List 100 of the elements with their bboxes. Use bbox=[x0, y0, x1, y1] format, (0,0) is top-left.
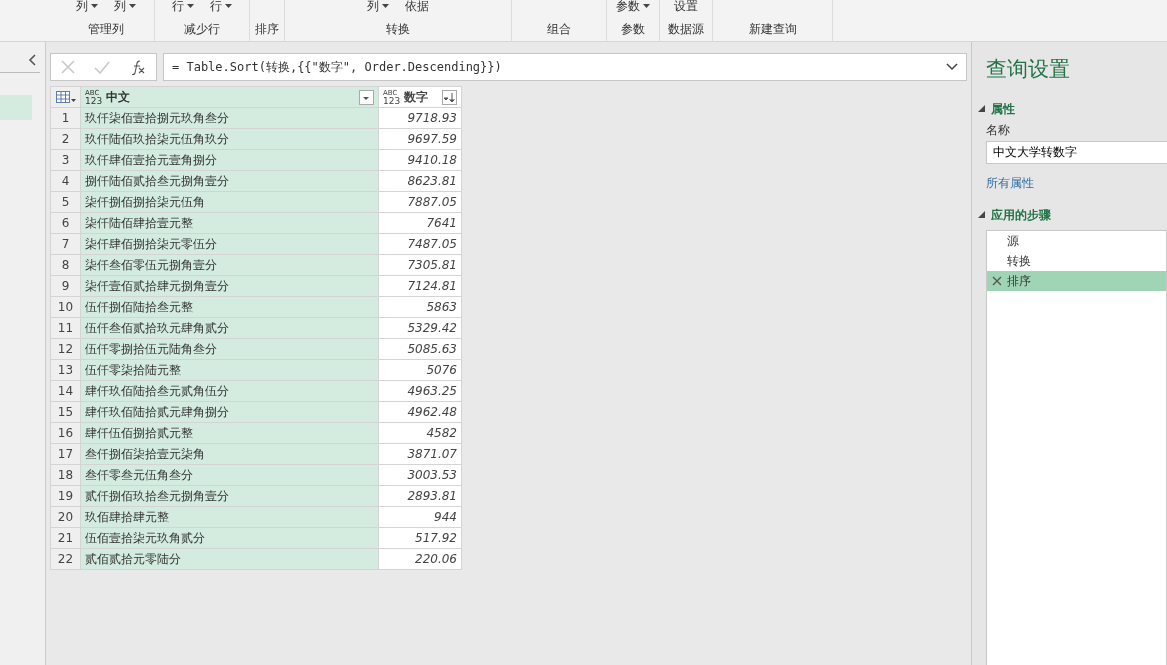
table-cell: 7641 bbox=[378, 212, 462, 234]
row-number: 16 bbox=[50, 422, 81, 444]
table-cell: 贰佰贰拾元零陆分 bbox=[80, 548, 379, 570]
ribbon-button[interactable]: 行 bbox=[172, 0, 194, 12]
table-cell: 2893.81 bbox=[378, 485, 462, 507]
table-cell: 伍仟捌佰陆拾叁元整 bbox=[80, 296, 379, 318]
caret-icon[interactable] bbox=[382, 4, 389, 8]
table-cell: 7305.81 bbox=[378, 254, 462, 276]
ribbon-button[interactable]: 依据 bbox=[405, 0, 429, 12]
table-cell: 柒仟捌佰捌拾柒元伍角 bbox=[80, 191, 379, 213]
row-number: 15 bbox=[50, 401, 81, 423]
expand-icon[interactable] bbox=[946, 63, 958, 71]
ribbon-group-label: 参数 bbox=[621, 21, 645, 38]
row-number: 22 bbox=[50, 548, 81, 570]
applied-step[interactable]: 转换 bbox=[987, 250, 1166, 271]
table-cell: 9410.18 bbox=[378, 149, 462, 171]
table-cell: 3871.07 bbox=[378, 443, 462, 465]
table-cell: 叁仟零叁元伍角叁分 bbox=[80, 464, 379, 486]
row-number: 2 bbox=[50, 128, 81, 150]
ribbon-group-label: 组合 bbox=[547, 21, 571, 38]
row-number: 13 bbox=[50, 359, 81, 381]
ribbon-group-label: 排序 bbox=[255, 21, 279, 38]
caret-icon[interactable] bbox=[225, 4, 232, 8]
table-cell: 9718.93 bbox=[378, 107, 462, 129]
table-cell: 玖仟陆佰玖拾柒元伍角玖分 bbox=[80, 128, 379, 150]
table-cell: 玖仟柒佰壹拾捌元玖角叁分 bbox=[80, 107, 379, 129]
applied-step[interactable]: 排序 bbox=[987, 270, 1166, 291]
table-cell: 5863 bbox=[378, 296, 462, 318]
row-number: 9 bbox=[50, 275, 81, 297]
table-cell: 伍仟零捌拾伍元陆角叁分 bbox=[80, 338, 379, 360]
ribbon-button[interactable]: 列 bbox=[76, 0, 98, 12]
all-properties-link[interactable]: 所有属性 bbox=[986, 173, 1034, 192]
ribbon-group-label: 数据源 bbox=[668, 21, 704, 38]
table-cell: 7887.05 bbox=[378, 191, 462, 213]
table-cell: 捌仟陆佰贰拾叁元捌角壹分 bbox=[80, 170, 379, 192]
table-cell: 5329.42 bbox=[378, 317, 462, 339]
row-number: 12 bbox=[50, 338, 81, 360]
ribbon-button[interactable]: 设置 bbox=[674, 0, 698, 12]
table-cell: 4963.25 bbox=[378, 380, 462, 402]
table-cell: 肆仟伍佰捌拾贰元整 bbox=[80, 422, 379, 444]
name-field[interactable]: 中文大学转数字 bbox=[986, 140, 1167, 164]
ribbon-group-label: 管理列 bbox=[88, 21, 124, 38]
collapse-triangle-icon[interactable] bbox=[978, 105, 985, 112]
row-number: 18 bbox=[50, 464, 81, 486]
formula-text: = Table.Sort(转换,{{"数字", Order.Descending}}) bbox=[172, 59, 502, 76]
table-cell: 伍仟零柒拾陆元整 bbox=[80, 359, 379, 381]
row-number: 3 bbox=[50, 149, 81, 171]
table-cell: 4582 bbox=[378, 422, 462, 444]
row-number: 4 bbox=[50, 170, 81, 192]
filter-dropdown-icon[interactable] bbox=[359, 89, 374, 105]
caret-icon[interactable] bbox=[91, 4, 98, 8]
formula-field[interactable]: = Table.Sort(转换,{{"数字", Order.Descending}}) bbox=[163, 53, 967, 81]
table-cell: 叁仟捌佰柒拾壹元柒角 bbox=[80, 443, 379, 465]
table-cell: 7487.05 bbox=[378, 233, 462, 255]
section-heading: 属性 bbox=[991, 100, 1015, 118]
table-cell: 柒仟陆佰肆拾壹元整 bbox=[80, 212, 379, 234]
row-number: 6 bbox=[50, 212, 81, 234]
collapse-icon[interactable] bbox=[28, 54, 36, 66]
row-number: 17 bbox=[50, 443, 81, 465]
check-icon[interactable] bbox=[94, 60, 111, 74]
table-cell: 4962.48 bbox=[378, 401, 462, 423]
row-number: 21 bbox=[50, 527, 81, 549]
table-cell: 贰仟捌佰玖拾叁元捌角壹分 bbox=[80, 485, 379, 507]
collapse-triangle-icon[interactable] bbox=[978, 211, 985, 218]
table-cell: 5076 bbox=[378, 359, 462, 381]
function-icon[interactable] bbox=[130, 59, 147, 75]
ribbon-button[interactable]: 参数 bbox=[616, 0, 650, 12]
column-name[interactable]: 中文 bbox=[106, 88, 131, 106]
ribbon-group-label: 减少行 bbox=[184, 21, 220, 38]
table-cell: 玖仟肆佰壹拾元壹角捌分 bbox=[80, 149, 379, 171]
delete-step-icon[interactable] bbox=[992, 275, 1002, 286]
row-number: 19 bbox=[50, 485, 81, 507]
applied-step[interactable]: 源 bbox=[987, 230, 1166, 251]
table-cell: 7124.81 bbox=[378, 275, 462, 297]
table-cell: 944 bbox=[378, 506, 462, 528]
table-menu-icon[interactable] bbox=[55, 91, 76, 104]
table-cell: 伍佰壹拾柒元玖角贰分 bbox=[80, 527, 379, 549]
ribbon-group-label: 新建查询 bbox=[748, 21, 797, 38]
table-cell: 伍仟叁佰贰拾玖元肆角贰分 bbox=[80, 317, 379, 339]
table-cell: 220.06 bbox=[378, 548, 462, 570]
row-number: 8 bbox=[50, 254, 81, 276]
ribbon-button[interactable]: 列 bbox=[114, 0, 136, 12]
table-cell: 3003.53 bbox=[378, 464, 462, 486]
table-cell: 柒仟肆佰捌拾柒元零伍分 bbox=[80, 233, 379, 255]
ribbon-button[interactable]: 行 bbox=[210, 0, 232, 12]
caret-icon[interactable] bbox=[643, 4, 650, 8]
table-cell: 8623.81 bbox=[378, 170, 462, 192]
row-number: 7 bbox=[50, 233, 81, 255]
row-number: 10 bbox=[50, 296, 81, 318]
row-number: 1 bbox=[50, 107, 81, 129]
caret-icon[interactable] bbox=[187, 4, 194, 8]
row-number: 11 bbox=[50, 317, 81, 339]
caret-icon[interactable] bbox=[129, 4, 136, 8]
panel-title: 查询设置 bbox=[986, 56, 1071, 83]
ribbon-button[interactable]: 列 bbox=[367, 0, 389, 12]
sort-descending-icon[interactable] bbox=[442, 89, 457, 105]
row-number: 5 bbox=[50, 191, 81, 213]
table-cell: 5085.63 bbox=[378, 338, 462, 360]
table-cell: 肆仟玖佰陆拾叁元贰角伍分 bbox=[80, 380, 379, 402]
column-name[interactable]: 数字 bbox=[404, 88, 429, 106]
